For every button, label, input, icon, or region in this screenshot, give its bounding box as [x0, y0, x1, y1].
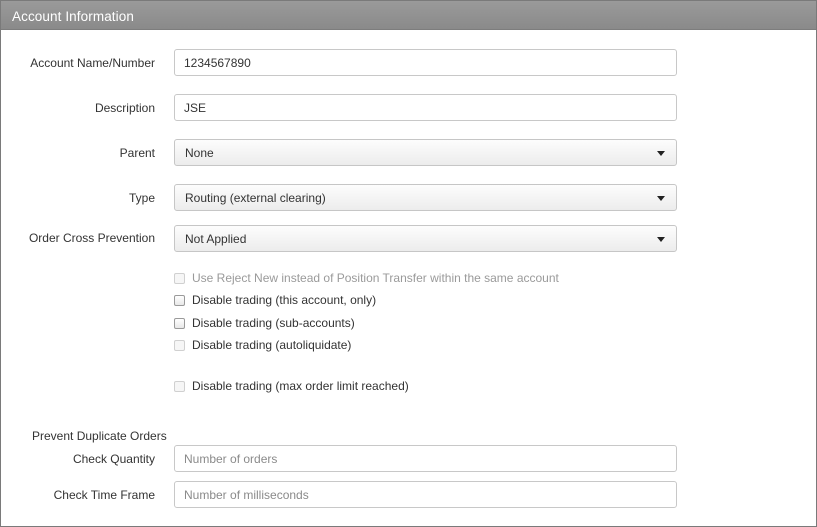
check-quantity-label: Check Quantity: [72, 452, 155, 466]
description-label: Description: [94, 101, 155, 115]
check-quantity-input[interactable]: [174, 445, 677, 472]
disable-trading-max-order-checkbox-label: Disable trading (max order limit reached…: [192, 379, 409, 393]
panel-title: Account Information: [12, 9, 134, 24]
check-time-frame-input[interactable]: [174, 481, 677, 508]
disable-trading-sub-accounts-checkbox[interactable]: [174, 318, 185, 329]
caret-down-icon: [657, 237, 665, 242]
check-time-frame-label: Check Time Frame: [53, 488, 155, 502]
order-cross-prevention-label: Order Cross Prevention: [28, 231, 155, 245]
account-name-label: Account Name/Number: [30, 56, 155, 70]
type-label: Type: [128, 191, 155, 205]
type-select-value: Routing (external clearing): [185, 191, 326, 205]
parent-select-value: None: [185, 146, 214, 160]
prevent-duplicate-orders-heading: Prevent Duplicate Orders: [32, 429, 167, 443]
order-cross-prevention-select-value: Not Applied: [185, 232, 247, 246]
disable-trading-autoliquidate-checkbox: [174, 340, 185, 351]
account-information-panel: Account Information Account Name/Number …: [0, 0, 817, 527]
parent-label: Parent: [119, 146, 155, 160]
caret-down-icon: [657, 196, 665, 201]
disable-trading-max-order-checkbox: [174, 381, 185, 392]
reject-new-checkbox-label: Use Reject New instead of Position Trans…: [192, 271, 559, 285]
description-input[interactable]: [174, 94, 677, 121]
account-name-input[interactable]: [174, 49, 677, 76]
parent-select[interactable]: None: [174, 139, 677, 166]
disable-trading-sub-accounts-checkbox-label[interactable]: Disable trading (sub-accounts): [192, 316, 355, 330]
disable-trading-account-checkbox[interactable]: [174, 295, 185, 306]
disable-trading-account-checkbox-label[interactable]: Disable trading (this account, only): [192, 293, 376, 307]
disable-trading-autoliquidate-checkbox-label: Disable trading (autoliquidate): [192, 338, 352, 352]
order-cross-prevention-select[interactable]: Not Applied: [174, 225, 677, 252]
reject-new-checkbox: [174, 273, 185, 284]
type-select[interactable]: Routing (external clearing): [174, 184, 677, 211]
caret-down-icon: [657, 151, 665, 156]
panel-header: Account Information: [1, 1, 816, 30]
